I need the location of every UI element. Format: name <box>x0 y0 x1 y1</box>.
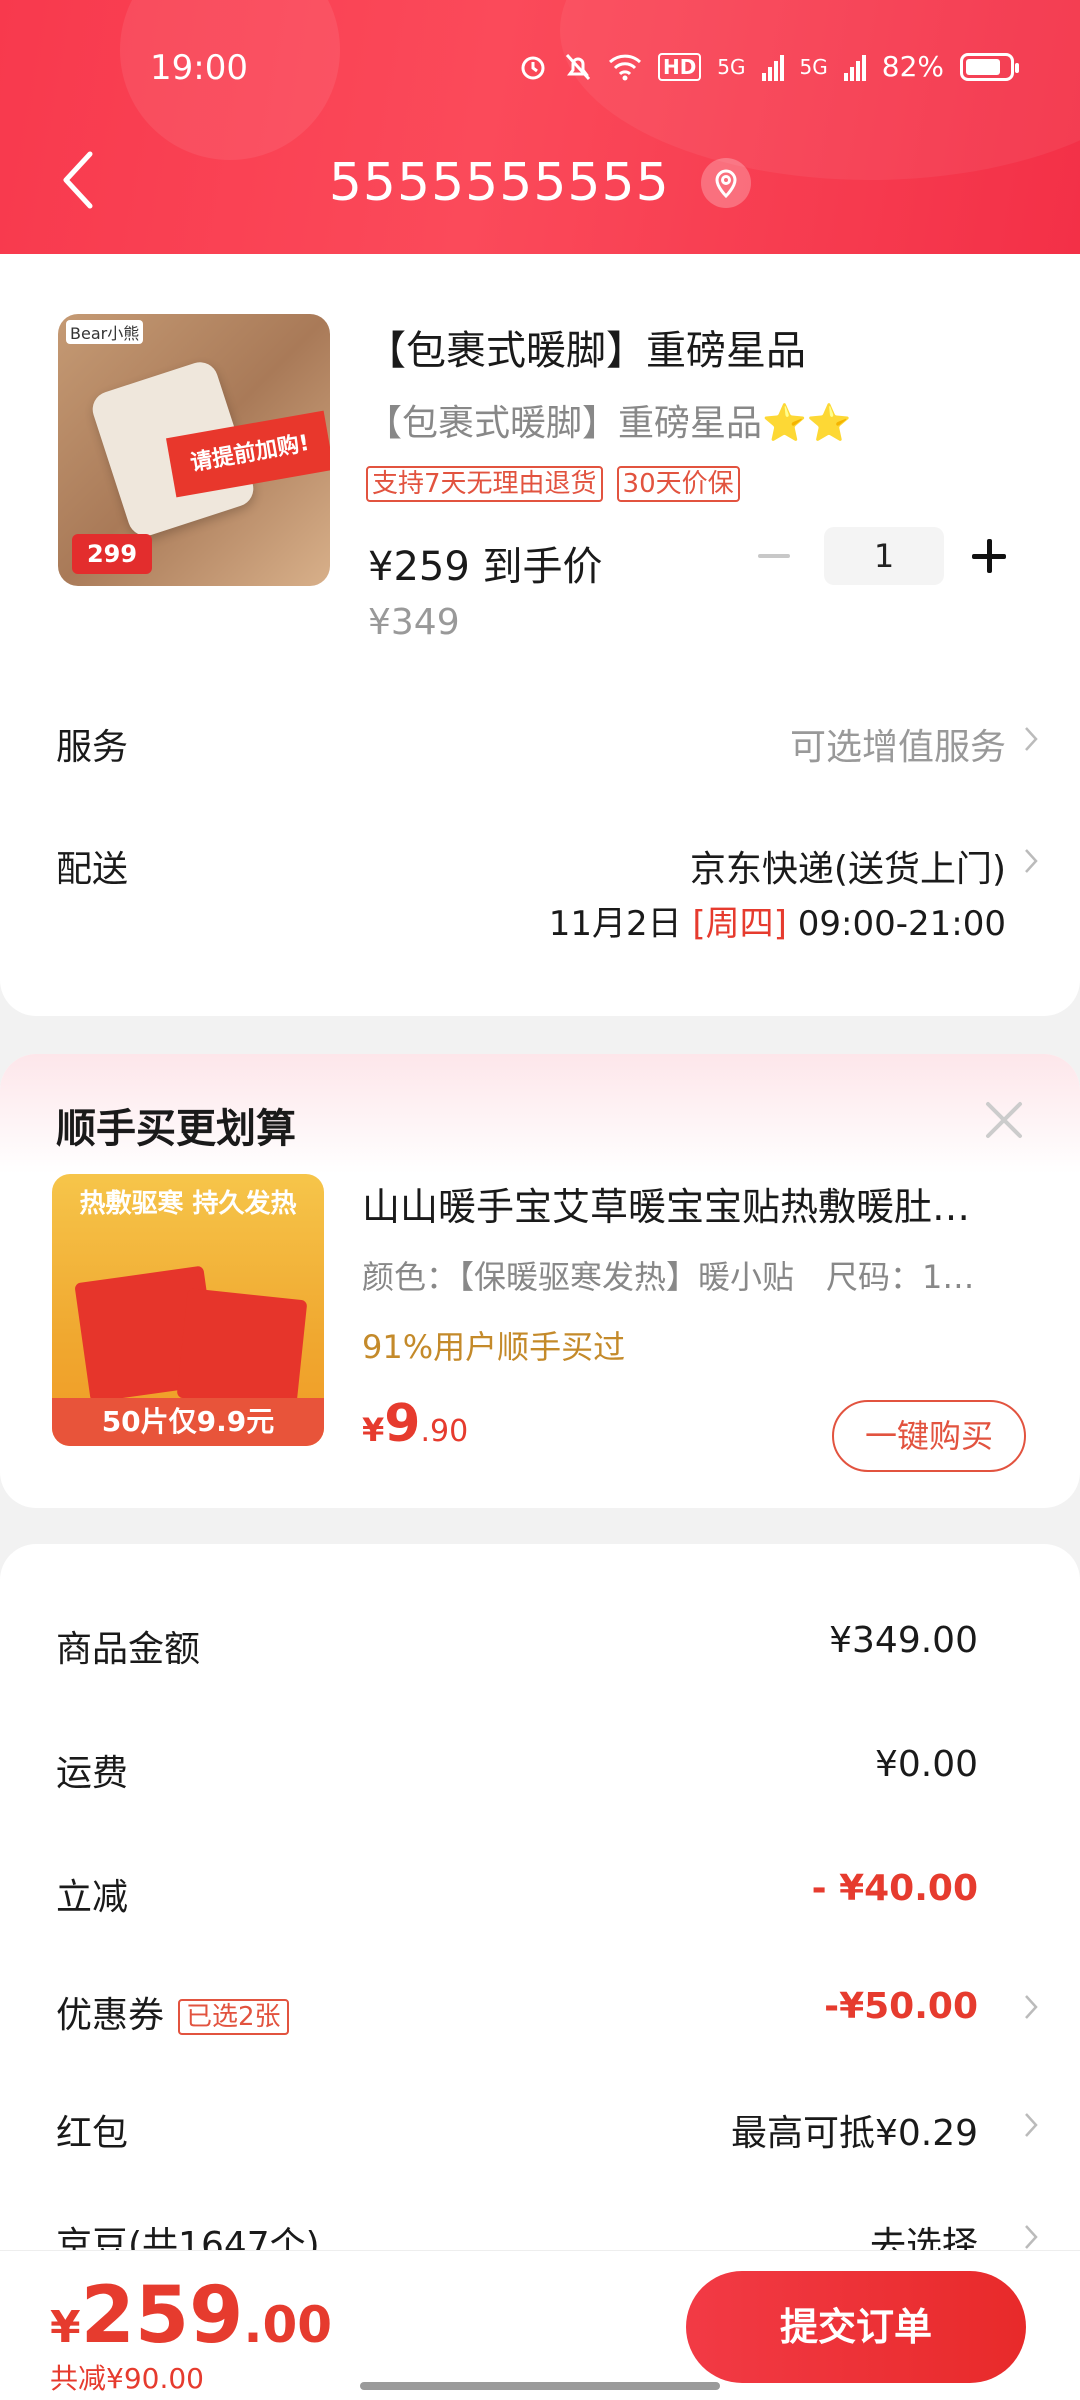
product-price: ¥259 到手价 <box>368 544 603 590</box>
discount-label: 立减 <box>56 1877 129 1918</box>
location-pin-icon[interactable] <box>701 158 752 208</box>
header-bar: 19:00 HD 5G 5G 82% 5555555555 <box>0 0 1080 254</box>
recommend-card: 顺手买更划算 热敷驱寒 持久发热 50片仅9.9元 山山暖手宝艾草暖宝宝贴热敷暖… <box>0 1054 1080 1508</box>
total-price-dec: .00 <box>243 2296 333 2354</box>
recommend-image-top: 热敷驱寒 持久发热 <box>79 1189 297 1219</box>
signal-5g-icon: 5G <box>717 54 746 79</box>
chevron-right-icon[interactable] <box>1022 1992 1040 2022</box>
total-price-int: 259 <box>80 2271 244 2361</box>
recommend-image-bottom: 50片仅9.9元 <box>52 1398 324 1446</box>
red-packet-value[interactable]: 最高可抵¥0.29 <box>731 2104 978 2156</box>
status-time: 19:00 <box>150 48 248 88</box>
alarm-icon <box>518 52 548 82</box>
chevron-right-icon[interactable] <box>1022 2222 1040 2252</box>
submit-order-button[interactable]: 提交订单 <box>686 2271 1026 2383</box>
coupon-value[interactable]: -¥50.00 <box>824 1986 978 2027</box>
recommend-image-pack <box>176 1288 308 1410</box>
quantity-minus-button[interactable] <box>744 526 804 586</box>
address-title[interactable]: 5555555555 <box>0 150 1080 213</box>
discount-value: - ¥40.00 <box>811 1868 978 1909</box>
quantity-stepper: 1 <box>744 526 1014 586</box>
coupon-label: 优惠券 <box>56 1995 165 2036</box>
delivery-method[interactable]: 京东快递(送货上门) <box>690 840 1006 892</box>
product-title: 【包裹式暖脚】重磅星品 <box>366 328 806 374</box>
delivery-time[interactable]: 11月2日 [周四] 09:00-21:00 <box>549 896 1006 945</box>
product-image-price: 299 <box>72 534 152 574</box>
close-button[interactable] <box>982 1098 1026 1142</box>
product-subtitle-text: 【包裹式暖脚】重磅星品 <box>366 403 763 444</box>
recommend-title: 顺手买更划算 <box>56 1106 296 1152</box>
coupon-row[interactable]: 优惠券 已选2张 <box>56 1986 289 2038</box>
goods-amount-label: 商品金额 <box>56 1629 201 1670</box>
delivery-weekday: [周四] <box>692 904 787 944</box>
home-indicator[interactable] <box>360 2382 720 2390</box>
chevron-right-icon[interactable] <box>1022 846 1040 876</box>
quantity-plus-button[interactable] <box>964 531 1014 581</box>
product-tags: 支持7天无理由退货 30天价保 <box>366 466 740 502</box>
status-icons: HD 5G 5G 82% <box>518 50 1019 83</box>
hd-icon: HD <box>657 52 702 81</box>
delivery-date: 11月2日 <box>548 904 693 944</box>
chevron-right-icon[interactable] <box>1022 724 1040 754</box>
goods-amount-value: ¥349.00 <box>829 1620 978 1661</box>
total-saved: 共减¥90.00 <box>50 2362 204 2395</box>
recommend-price-dec: .90 <box>420 1414 469 1449</box>
star-icons: ⭐⭐ <box>762 403 852 444</box>
product-card: Bear小熊 请提前加购! 299 【包裹式暖脚】重磅星品 【包裹式暖脚】重磅星… <box>0 254 1080 1016</box>
quantity-value[interactable]: 1 <box>824 527 944 585</box>
product-original-price: ¥349 <box>368 602 460 643</box>
signal-bars-icon <box>761 53 784 81</box>
shipping-label: 运费 <box>56 1753 129 1794</box>
total-price-symbol: ¥ <box>50 2302 81 2353</box>
one-click-buy-button[interactable]: 一键购买 <box>832 1400 1026 1472</box>
recommend-product-spec[interactable]: 颜色：【保暖驱寒发热】暖小贴 尺码：1… <box>362 1252 1026 1298</box>
chevron-right-icon[interactable] <box>1022 2110 1040 2140</box>
signal-bars-icon <box>843 53 866 81</box>
product-image-brand: Bear小熊 <box>66 320 144 344</box>
battery-percent: 82% <box>881 50 944 83</box>
recommend-price: ¥9.90 <box>362 1394 468 1454</box>
recommend-percent: 91%用户顺手买过 <box>362 1328 626 1366</box>
mute-bell-icon <box>564 52 592 82</box>
wifi-icon <box>608 53 642 81</box>
product-subtitle: 【包裹式暖脚】重磅星品⭐⭐ <box>366 394 852 446</box>
checkout-bar: ¥259.00 共减¥90.00 提交订单 <box>0 2250 1080 2400</box>
red-packet-label: 红包 <box>56 2113 129 2154</box>
address-title-text: 5555555555 <box>328 153 670 213</box>
signal-5g-icon: 5G <box>799 54 828 79</box>
total-price: ¥259.00 <box>50 2271 332 2361</box>
product-image[interactable]: Bear小熊 请提前加购! 299 <box>58 314 330 586</box>
close-icon <box>986 1102 1022 1138</box>
recommend-product-image[interactable]: 热敷驱寒 持久发热 50片仅9.9元 <box>52 1174 324 1446</box>
recommend-price-int: 9 <box>384 1394 421 1454</box>
coupon-badge: 已选2张 <box>178 1999 289 2035</box>
return-policy-tag: 支持7天无理由退货 <box>366 466 603 502</box>
service-label: 服务 <box>56 727 129 768</box>
delivery-label: 配送 <box>56 849 129 890</box>
price-protect-tag: 30天价保 <box>616 466 740 502</box>
battery-icon <box>960 52 1019 81</box>
service-value[interactable]: 可选增值服务 <box>790 718 1006 770</box>
recommend-price-symbol: ¥ <box>362 1411 385 1449</box>
shipping-value: ¥0.00 <box>874 1744 978 1785</box>
recommend-product-name[interactable]: 山山暖手宝艾草暖宝宝贴热敷暖肚… <box>362 1176 1022 1231</box>
delivery-hours: 09:00-21:00 <box>786 904 1006 944</box>
